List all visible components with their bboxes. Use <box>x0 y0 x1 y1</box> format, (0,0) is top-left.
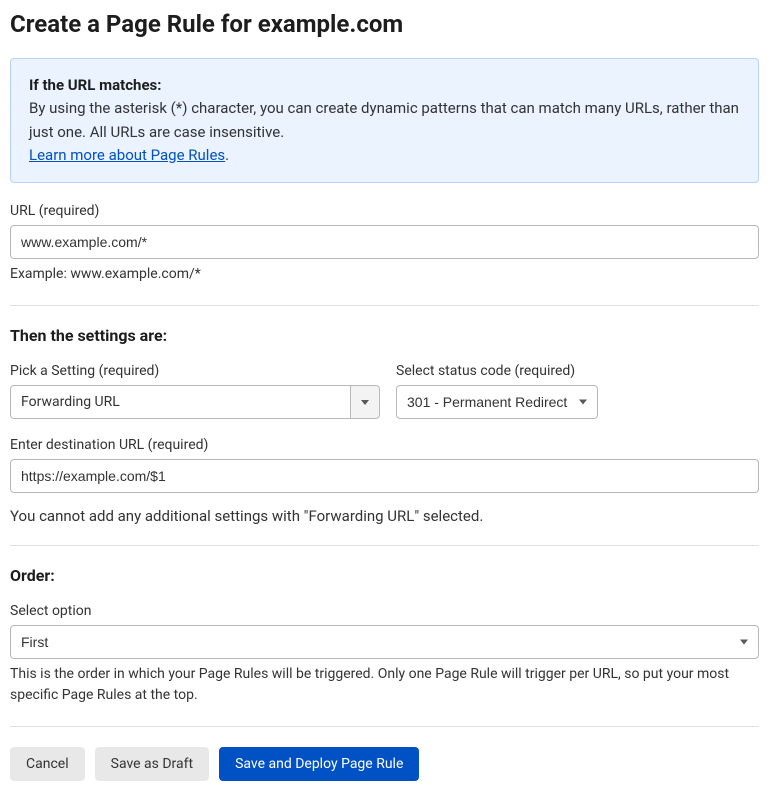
url-input[interactable] <box>10 225 759 259</box>
destination-label: Enter destination URL (required) <box>10 437 759 453</box>
divider <box>10 305 759 306</box>
info-box-body: By using the asterisk (*) character, you… <box>29 99 739 140</box>
divider <box>10 545 759 546</box>
status-code-label: Select status code (required) <box>396 363 598 379</box>
button-row: Cancel Save as Draft Save and Deploy Pag… <box>10 747 759 781</box>
setting-select[interactable]: Forwarding URL <box>10 385 380 419</box>
save-draft-button[interactable]: Save as Draft <box>95 747 209 781</box>
info-box: If the URL matches: By using the asteris… <box>10 58 759 183</box>
divider <box>10 726 759 727</box>
status-code-select[interactable]: 301 - Permanent Redirect <box>396 385 598 419</box>
cancel-button[interactable]: Cancel <box>10 747 85 781</box>
learn-more-link[interactable]: Learn more about Page Rules <box>29 146 225 164</box>
url-example: Example: www.example.com/* <box>10 264 759 285</box>
save-deploy-button[interactable]: Save and Deploy Page Rule <box>219 747 419 781</box>
order-help: This is the order in which your Page Rul… <box>10 664 759 706</box>
chevron-down-icon <box>361 400 369 405</box>
setting-value: Forwarding URL <box>10 385 350 419</box>
setting-dropdown-button[interactable] <box>350 385 380 419</box>
setting-label: Pick a Setting (required) <box>10 363 380 379</box>
order-label: Select option <box>10 603 759 619</box>
forwarding-note: You cannot add any additional settings w… <box>10 507 759 525</box>
info-box-heading: If the URL matches: <box>29 76 161 94</box>
order-select[interactable]: First <box>10 625 759 659</box>
status-code-value: 301 - Permanent Redirect <box>407 394 567 410</box>
order-value: First <box>21 634 48 650</box>
url-label: URL (required) <box>10 203 759 219</box>
page-title: Create a Page Rule for example.com <box>10 10 759 38</box>
destination-input[interactable] <box>10 459 759 493</box>
order-heading: Order: <box>10 566 759 585</box>
info-box-period: . <box>225 146 229 164</box>
chevron-down-icon <box>579 400 587 405</box>
chevron-down-icon <box>740 640 748 645</box>
settings-heading: Then the settings are: <box>10 326 759 345</box>
